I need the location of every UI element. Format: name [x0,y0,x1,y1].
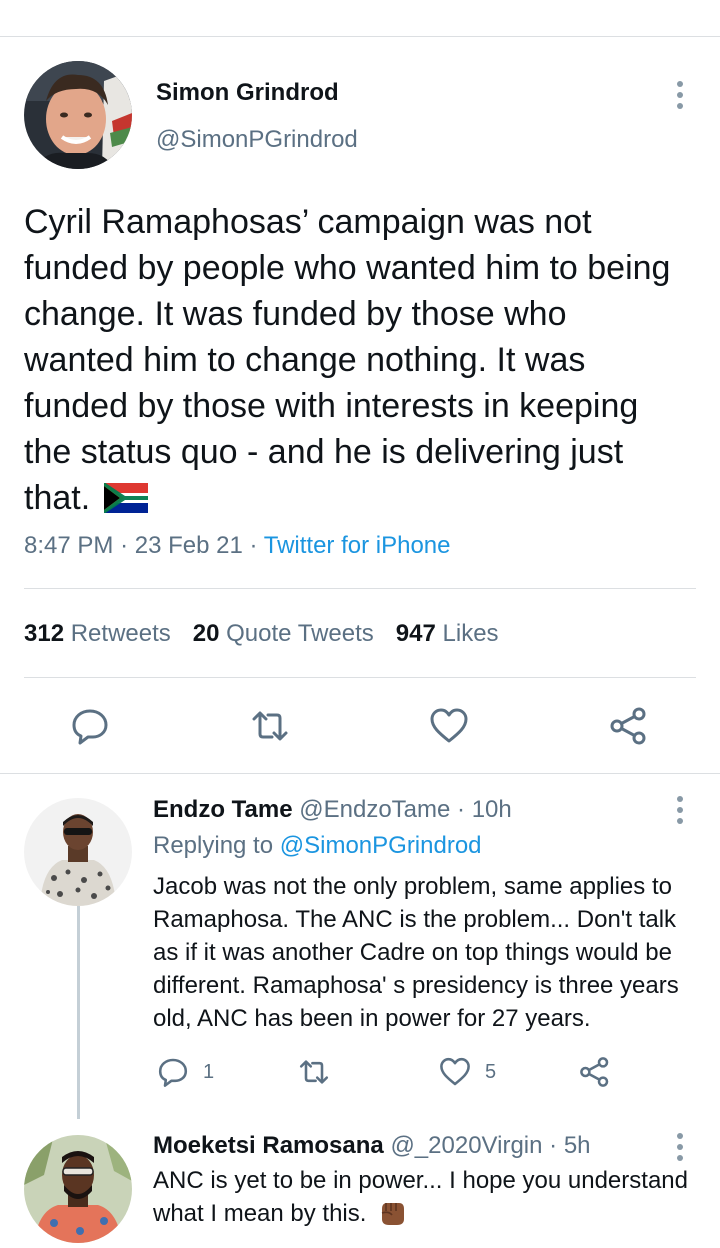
reply-time: 10h [471,796,512,823]
meta-separator: · [249,532,264,559]
retweets-stat[interactable]: 312 Retweets [24,620,171,647]
quote-tweets-stat[interactable]: 20 Quote Tweets [193,620,374,647]
tweet-time: 8:47 PM [24,532,114,559]
reply-text-content: ANC is yet to be in power... I hope you … [153,1167,688,1227]
like-icon[interactable] [429,706,469,746]
author-name[interactable]: Simon Grindrod [156,79,339,107]
tweet-text: Cyril Ramaphosas’ campaign was not funde… [24,199,684,521]
tweet-date: 23 Feb 21 [134,532,243,559]
south-africa-flag-icon [103,483,148,513]
replying-to-label: Replying to [153,832,274,859]
retweet-action[interactable] [298,1056,330,1088]
reply-icon[interactable] [157,1056,189,1088]
meta-separator: · [457,796,472,823]
reply-action[interactable]: 1 [157,1056,214,1088]
reply-count: 1 [203,1060,215,1083]
reply-author-handle[interactable]: @EndzoTame [299,796,450,823]
reply-tweet[interactable]: Endzo Tame @EndzoTame · 10h Replying to … [0,774,720,1119]
reply-header: Endzo Tame @EndzoTame · 10h [153,796,512,824]
like-count: 5 [485,1060,497,1083]
retweet-icon[interactable] [250,706,290,746]
tweet-meta: 8:47 PM · 23 Feb 21 · Twitter for iPhone [24,532,450,560]
meta-separator: · [120,532,135,559]
main-tweet: Simon Grindrod @SimonPGrindrod Cyril Ram… [0,37,720,775]
more-options-icon[interactable] [674,796,686,824]
thread-line [77,906,80,1119]
reply-icon[interactable] [70,706,110,746]
tweet-source[interactable]: Twitter for iPhone [264,532,451,559]
reply-time: 5h [563,1132,591,1159]
more-options-icon[interactable] [674,1133,686,1161]
likes-stat[interactable]: 947 Likes [396,620,499,647]
reply-author-name[interactable]: Moeketsi Ramosana [153,1132,384,1159]
avatar[interactable] [24,798,132,906]
share-icon[interactable] [609,706,649,746]
reply-text: Jacob was not the only problem, same app… [153,873,679,1032]
like-icon[interactable] [439,1056,471,1088]
reply-text: ANC is yet to be in power... I hope you … [153,1164,693,1230]
share-action[interactable] [579,1056,611,1088]
reply-tweet[interactable]: Moeketsi Ramosana @_2020Virgin · 5h ANC … [0,1119,720,1248]
retweet-icon[interactable] [298,1056,330,1088]
meta-separator: · [549,1132,564,1159]
replying-to-handle[interactable]: @SimonPGrindrod [280,832,482,859]
divider [24,677,696,678]
more-options-icon[interactable] [674,81,686,109]
like-action[interactable]: 5 [439,1056,496,1088]
avatar[interactable] [24,1135,132,1243]
tweet-text-content: Cyril Ramaphosas’ campaign was not funde… [24,203,671,517]
replying-to: Replying to @SimonPGrindrod [153,832,482,860]
raised-fist-icon [381,1203,405,1225]
share-icon[interactable] [579,1056,611,1088]
reply-header: Moeketsi Ramosana @_2020Virgin · 5h [153,1132,591,1160]
avatar[interactable] [24,61,132,169]
reply-author-name[interactable]: Endzo Tame [153,796,293,823]
divider [24,588,696,589]
tweet-stats: 312 Retweets 20 Quote Tweets 947 Likes [24,620,499,648]
author-handle[interactable]: @SimonPGrindrod [156,126,358,154]
reply-author-handle[interactable]: @_2020Virgin [390,1132,542,1159]
